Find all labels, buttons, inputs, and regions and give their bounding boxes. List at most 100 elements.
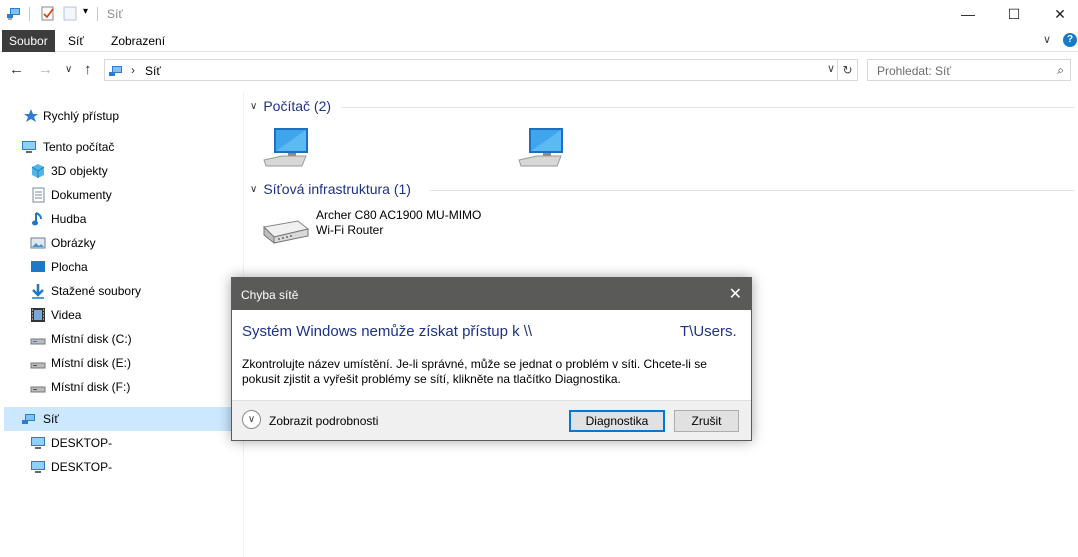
- sidebar-item-desktop-pc-1[interactable]: DESKTOP-: [0, 431, 244, 455]
- toolbar-separator: [29, 7, 30, 21]
- sidebar-item-label: Plocha: [51, 260, 88, 274]
- dialog-title-bar[interactable]: Chyba sítě ✕: [232, 278, 751, 310]
- minimize-button[interactable]: —: [945, 0, 991, 28]
- address-dropdown-icon[interactable]: ∨: [827, 62, 835, 75]
- computer-item-1[interactable]: [262, 126, 310, 173]
- pictures-icon: [30, 235, 46, 251]
- router-icon: [260, 217, 310, 248]
- sidebar-item-quick-access[interactable]: Rychlý přístup: [0, 104, 244, 128]
- sidebar-item-label: 3D objekty: [51, 164, 108, 178]
- back-arrow-icon[interactable]: ←: [9, 61, 24, 78]
- window-title: Síť: [107, 7, 123, 21]
- sidebar-item-3d-objects[interactable]: 3D objekty: [0, 159, 244, 183]
- tab-file[interactable]: Soubor: [2, 30, 55, 52]
- drive-icon: [30, 379, 46, 395]
- sidebar-item-videos[interactable]: Videa: [0, 303, 244, 327]
- router-type: Wi-Fi Router: [316, 223, 384, 237]
- network-error-dialog: Chyba sítě ✕ Systém Windows nemůže získa…: [231, 277, 752, 441]
- sidebar-item-label: Tento počítač: [43, 140, 115, 154]
- refresh-button[interactable]: ↻: [838, 59, 858, 81]
- sidebar-item-desktop[interactable]: Plocha: [0, 255, 244, 279]
- network-icon[interactable]: [6, 5, 22, 24]
- dialog-heading-path: T\Users.: [680, 323, 737, 340]
- sidebar-item-music[interactable]: Hudba: [0, 207, 244, 231]
- 3d-objects-icon: [30, 163, 46, 179]
- music-icon: [30, 211, 46, 227]
- network-icon: [21, 411, 37, 427]
- new-folder-icon[interactable]: [62, 5, 78, 24]
- sidebar-item-label: Místní disk (C:): [51, 332, 132, 346]
- sidebar-item-network[interactable]: Síť: [4, 407, 240, 431]
- title-separator: [97, 7, 98, 21]
- cancel-button[interactable]: Zrušit: [674, 410, 739, 432]
- collapse-chevron-icon[interactable]: ∨: [250, 184, 257, 195]
- customize-dropdown-icon[interactable]: ▾: [83, 6, 88, 17]
- sidebar-item-label: Videa: [51, 308, 82, 322]
- search-input[interactable]: Prohledat: Síť: [877, 64, 951, 78]
- maximize-button[interactable]: ☐: [991, 0, 1037, 28]
- group-header-network-infrastructure[interactable]: ∨ Síťová infrastruktura (1): [250, 181, 411, 201]
- sidebar-item-label: Síť: [43, 412, 59, 426]
- dialog-heading: Systém Windows nemůže získat přístup k \…: [242, 323, 533, 340]
- help-icon[interactable]: ?: [1063, 33, 1077, 47]
- sidebar-item-pictures[interactable]: Obrázky: [0, 231, 244, 255]
- videos-icon: [30, 307, 46, 323]
- network-icon: [108, 63, 124, 82]
- star-icon: [23, 108, 39, 124]
- dialog-message: Zkontrolujte název umístění. Je-li správ…: [242, 357, 707, 386]
- sidebar-item-downloads[interactable]: Stažené soubory: [0, 279, 244, 303]
- group-divider: [430, 190, 1074, 191]
- group-divider: [342, 107, 1074, 108]
- dialog-title: Chyba sítě: [241, 288, 299, 302]
- sidebar-item-documents[interactable]: Dokumenty: [0, 183, 244, 207]
- computer-icon: [518, 128, 563, 167]
- computer-item-2[interactable]: [517, 126, 565, 173]
- tab-network[interactable]: Síť: [60, 30, 92, 52]
- diagnose-button[interactable]: Diagnostika: [569, 410, 665, 432]
- up-arrow-icon[interactable]: ↑: [84, 61, 92, 78]
- drive-icon: [30, 331, 46, 347]
- sidebar-item-label: Stažené soubory: [51, 284, 142, 298]
- sidebar-item-label: Dokumenty: [51, 188, 112, 202]
- sidebar-item-drive-c[interactable]: Místní disk (C:): [0, 327, 244, 351]
- sidebar-item-label: Místní disk (E:): [51, 356, 132, 370]
- dialog-close-icon[interactable]: ✕: [729, 284, 742, 304]
- forward-arrow-icon[interactable]: →: [38, 61, 53, 78]
- group-header-computers[interactable]: ∨ Počítač (2): [250, 98, 331, 118]
- address-bar[interactable]: › Síť ∨: [104, 59, 838, 81]
- expand-ribbon-icon[interactable]: ∨: [1043, 33, 1051, 46]
- search-icon[interactable]: ⌕: [1057, 63, 1064, 78]
- ribbon-tabs: Soubor Síť Zobrazení ∨: [0, 28, 1078, 52]
- recent-locations-icon[interactable]: ∨: [65, 64, 72, 75]
- breadcrumb[interactable]: Síť: [145, 64, 161, 78]
- computer-icon: [263, 128, 308, 167]
- downloads-icon: [30, 283, 46, 299]
- tab-view[interactable]: Zobrazení: [103, 30, 173, 52]
- sidebar-item-label: Hudba: [51, 212, 87, 226]
- group-title: Počítač (2): [263, 98, 332, 114]
- drive-icon: [30, 355, 46, 371]
- computer-icon: [21, 139, 37, 155]
- sidebar-item-label: Rychlý přístup: [43, 109, 120, 123]
- properties-icon[interactable]: [40, 5, 56, 24]
- desktop-icon: [30, 259, 46, 275]
- documents-icon: [30, 187, 46, 203]
- sidebar-item-drive-e[interactable]: Místní disk (E:): [0, 351, 244, 375]
- sidebar-item-label: Místní disk (F:): [51, 380, 131, 394]
- computer-icon: [30, 435, 46, 451]
- sidebar-item-desktop-pc-2[interactable]: DESKTOP-: [0, 455, 244, 479]
- sidebar-item-label: DESKTOP-: [51, 436, 113, 450]
- expand-details-icon[interactable]: ∨: [242, 410, 261, 429]
- title-bar: ▾ Síť — ☐ ✕: [0, 0, 1078, 28]
- sidebar-item-label: Obrázky: [51, 236, 96, 250]
- sidebar-item-this-pc[interactable]: Tento počítač: [0, 135, 244, 159]
- sidebar-item-label: DESKTOP-: [51, 460, 113, 474]
- breadcrumb-chevron-icon[interactable]: ›: [131, 63, 135, 77]
- router-item[interactable]: Archer C80 AC1900 MU-MIMO Wi-Fi Router: [258, 205, 498, 251]
- navigation-pane: Rychlý přístup Tento počítač 3D objekty …: [0, 92, 244, 557]
- close-button[interactable]: ✕: [1037, 0, 1078, 28]
- collapse-chevron-icon[interactable]: ∨: [250, 101, 257, 112]
- search-box[interactable]: Prohledat: Síť ⌕: [867, 59, 1071, 81]
- sidebar-item-drive-f[interactable]: Místní disk (F:): [0, 375, 244, 399]
- show-details-link[interactable]: Zobrazit podrobnosti: [269, 414, 378, 428]
